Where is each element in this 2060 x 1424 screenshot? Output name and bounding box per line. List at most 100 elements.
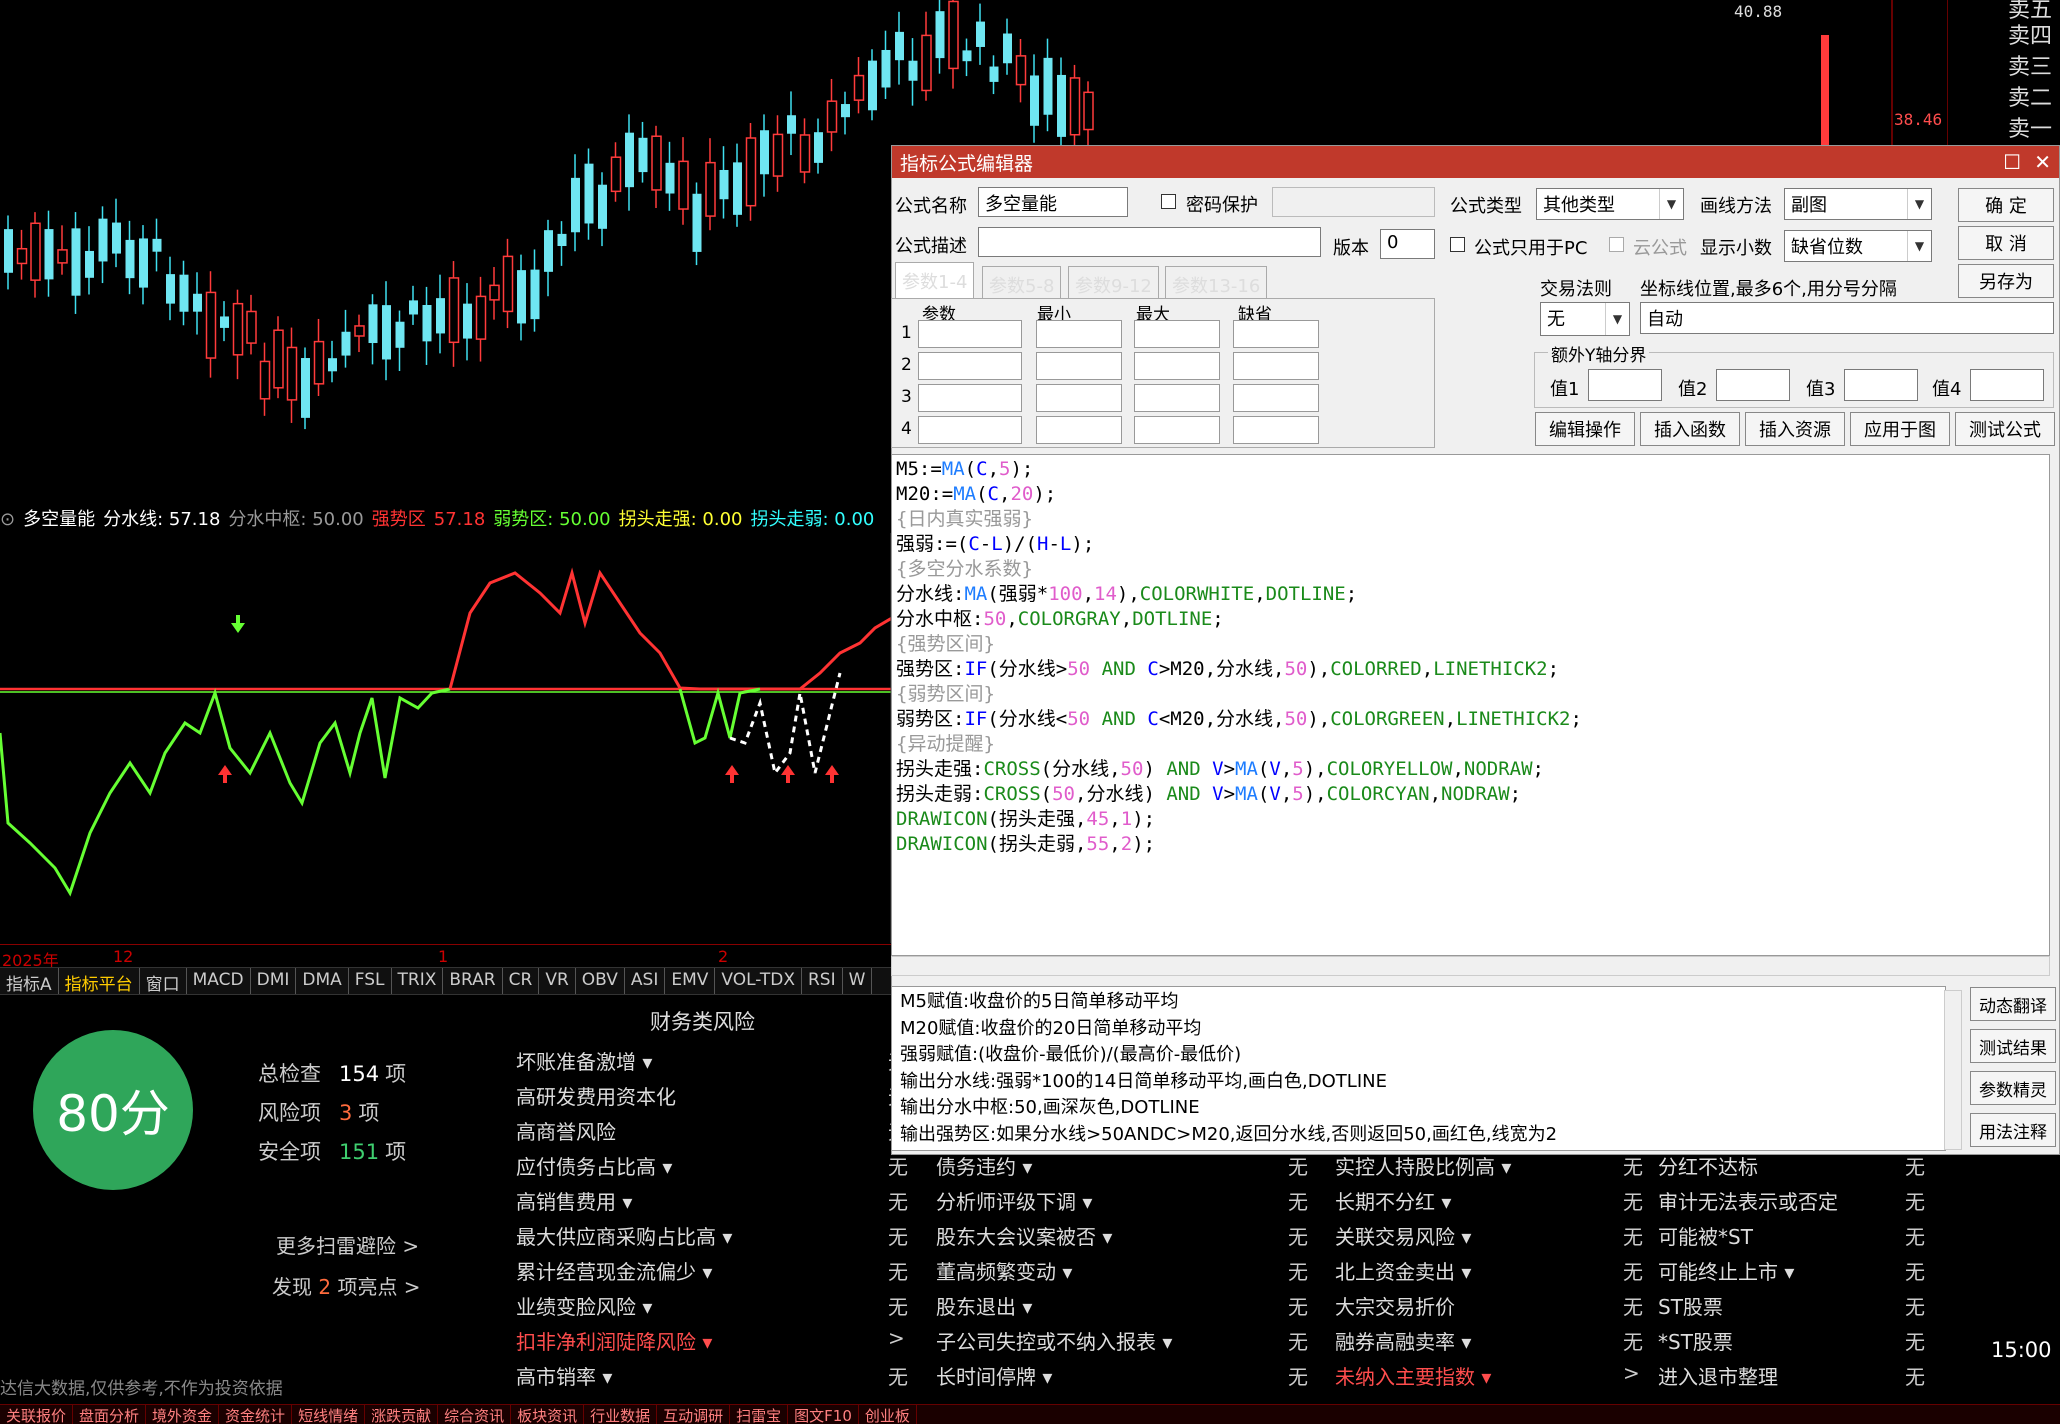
risk-item-name[interactable]: 高销售费用 ▾: [516, 1186, 632, 1215]
risk-item-name[interactable]: 坏账准备激增 ▾: [516, 1046, 652, 1075]
param-cell-input[interactable]: [918, 416, 1022, 444]
risk-item-name[interactable]: 长时间停牌 ▾: [936, 1361, 1052, 1390]
bottom-tab[interactable]: 境外资金: [146, 1405, 220, 1424]
indicator-tab[interactable]: 指标平台: [59, 968, 140, 994]
collapse-icon[interactable]: ⊙: [0, 509, 15, 530]
indicator-tab[interactable]: DMI: [251, 968, 297, 994]
param-cell-input[interactable]: [1036, 320, 1122, 348]
more-scan-link[interactable]: 更多扫雷避险 >: [276, 1230, 419, 1259]
coord-input[interactable]: 自动: [1640, 302, 2054, 334]
indicator-tab[interactable]: TRIX: [392, 968, 444, 994]
param-cell-input[interactable]: [1134, 320, 1220, 348]
bottom-tab[interactable]: 互动调研: [657, 1405, 731, 1424]
indicator-tab[interactable]: VR: [539, 968, 576, 994]
risk-item-name[interactable]: 高研发费用资本化: [516, 1081, 676, 1110]
yaxis-value-input[interactable]: [1716, 369, 1790, 401]
param-cell-input[interactable]: [1134, 416, 1220, 444]
output-side-button[interactable]: 参数精灵: [1970, 1071, 2056, 1105]
indicator-tab[interactable]: OBV: [576, 968, 625, 994]
ok-button[interactable]: 确 定: [1958, 188, 2054, 222]
output-side-button[interactable]: 动态翻译: [1970, 987, 2056, 1021]
close-icon[interactable]: ✕: [2034, 150, 2051, 174]
indicator-tab[interactable]: RSI: [802, 968, 843, 994]
risk-item-name[interactable]: 扣非净利润陡降风险 ▾: [516, 1326, 712, 1355]
indicator-tab[interactable]: BRAR: [443, 968, 503, 994]
output-scrollbar[interactable]: [1944, 990, 1962, 1150]
dialog-titlebar[interactable]: 指标公式编辑器 ☐ ✕: [892, 146, 2059, 178]
password-input[interactable]: [1272, 187, 1435, 217]
risk-item-name[interactable]: 可能终止上市 ▾: [1658, 1256, 1794, 1285]
indicator-tab[interactable]: CR: [503, 968, 540, 994]
indicator-tab[interactable]: 指标A: [0, 968, 59, 994]
code-editor[interactable]: M5:=MA(C,5); M20:=MA(C,20); {日内真实强弱} 强弱:=(C…: [891, 454, 2050, 956]
save-as-button[interactable]: 另存为: [1958, 264, 2054, 298]
risk-item-name[interactable]: 股东退出 ▾: [936, 1291, 1032, 1320]
maximize-icon[interactable]: ☐: [2003, 150, 2021, 174]
tab-params-5-8[interactable]: 参数5-8: [982, 266, 1062, 299]
param-cell-input[interactable]: [1233, 416, 1319, 444]
param-cell-input[interactable]: [918, 384, 1022, 412]
risk-item-name[interactable]: 债务违约 ▾: [936, 1151, 1032, 1180]
indicator-tab[interactable]: EMV: [665, 968, 716, 994]
formula-desc-input[interactable]: [978, 227, 1321, 257]
cancel-button[interactable]: 取 消: [1958, 226, 2054, 260]
param-cell-input[interactable]: [1233, 384, 1319, 412]
risk-item-name[interactable]: 股东大会议案被否 ▾: [936, 1221, 1112, 1250]
indicator-tab[interactable]: DMA: [296, 968, 349, 994]
dialog-action-button[interactable]: 插入资源: [1745, 412, 1845, 446]
param-cell-input[interactable]: [1036, 416, 1122, 444]
bottom-tab[interactable]: 行业数据: [584, 1405, 658, 1424]
draw-method-select[interactable]: 副图 ▼: [1784, 188, 1932, 220]
risk-item-name[interactable]: 子公司失控或不纳入报表 ▾: [936, 1326, 1172, 1355]
indicator-tab[interactable]: MACD: [187, 968, 251, 994]
param-cell-input[interactable]: [1233, 320, 1319, 348]
indicator-tab[interactable]: FSL: [349, 968, 392, 994]
risk-item-name[interactable]: *ST股票: [1658, 1326, 1733, 1355]
risk-item-name[interactable]: 可能被*ST: [1658, 1221, 1753, 1250]
indicator-tab[interactable]: 窗口: [140, 968, 187, 994]
bottom-tab[interactable]: 资金统计: [219, 1405, 293, 1424]
risk-item-name[interactable]: 高商誉风险: [516, 1116, 616, 1145]
param-cell-input[interactable]: [1134, 352, 1220, 380]
risk-item-name[interactable]: 业绩变脸风险 ▾: [516, 1291, 652, 1320]
indicator-tab[interactable]: VOL-TDX: [715, 968, 802, 994]
risk-item-name[interactable]: 实控人持股比例高 ▾: [1335, 1151, 1511, 1180]
bottom-tab[interactable]: 图文F10: [788, 1405, 859, 1424]
tab-params-1-4[interactable]: 参数1-4: [895, 262, 975, 299]
risk-item-name[interactable]: ST股票: [1658, 1291, 1723, 1320]
bottom-tab[interactable]: 涨跌贡献: [365, 1405, 439, 1424]
translation-output[interactable]: M5赋值:收盘价的5日简单移动平均 M20赋值:收盘价的20日简单移动平均 强弱赋值…: [891, 986, 1946, 1151]
param-cell-input[interactable]: [1036, 352, 1122, 380]
risk-item-name[interactable]: 未纳入主要指数 ▾: [1335, 1361, 1491, 1390]
code-scrollbar-horizontal[interactable]: [891, 956, 2050, 976]
risk-item-name[interactable]: 分析师评级下调 ▾: [936, 1186, 1092, 1215]
param-cell-input[interactable]: [1233, 352, 1319, 380]
decimal-select[interactable]: 缺省位数 ▼: [1784, 230, 1932, 262]
bottom-tab[interactable]: 板块资讯: [511, 1405, 585, 1424]
pc-only-checkbox[interactable]: [1450, 237, 1465, 252]
risk-item-name[interactable]: 关联交易风险 ▾: [1335, 1221, 1471, 1250]
param-cell-input[interactable]: [1036, 384, 1122, 412]
bottom-tab[interactable]: 短线情绪: [292, 1405, 366, 1424]
output-side-button[interactable]: 测试结果: [1970, 1029, 2056, 1063]
dialog-action-button[interactable]: 应用于图: [1850, 412, 1950, 446]
dialog-action-button[interactable]: 测试公式: [1955, 412, 2055, 446]
risk-item-name[interactable]: 高市销率 ▾: [516, 1361, 612, 1390]
highlight-link[interactable]: 发现 2 项亮点 >: [272, 1271, 421, 1300]
bottom-tab[interactable]: 扫雷宝: [730, 1405, 789, 1424]
yaxis-value-input[interactable]: [1970, 369, 2044, 401]
risk-item-name[interactable]: 融券高融卖率 ▾: [1335, 1326, 1471, 1355]
password-checkbox[interactable]: [1161, 194, 1176, 209]
bottom-tab[interactable]: 关联报价: [0, 1405, 74, 1424]
param-cell-input[interactable]: [1134, 384, 1220, 412]
tab-params-13-16[interactable]: 参数13-16: [1165, 266, 1268, 299]
risk-item-name[interactable]: 进入退市整理: [1658, 1361, 1778, 1390]
risk-item-name[interactable]: 北上资金卖出 ▾: [1335, 1256, 1471, 1285]
cloud-checkbox[interactable]: [1609, 237, 1624, 252]
yaxis-value-input[interactable]: [1844, 369, 1918, 401]
indicator-tab[interactable]: W: [843, 968, 873, 994]
yaxis-value-input[interactable]: [1588, 369, 1662, 401]
risk-item-name[interactable]: 最大供应商采购占比高 ▾: [516, 1221, 732, 1250]
param-cell-input[interactable]: [918, 352, 1022, 380]
param-cell-input[interactable]: [918, 320, 1022, 348]
